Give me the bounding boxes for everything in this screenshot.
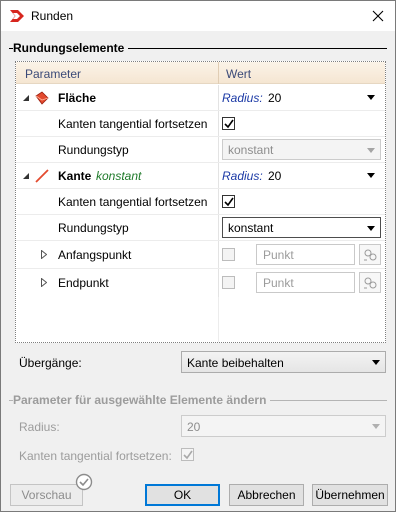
chevron-down-icon [367,226,375,231]
face-icon [35,91,49,105]
row-label-flaeche: Fläche [58,91,97,105]
row-kante-rundungstyp: Rundungstyp konstant [16,215,385,241]
selected-radius-label: Radius: [19,420,60,434]
flaeche-rundungstyp-select[interactable]: konstant [222,139,381,160]
radius-value-kante[interactable]: 20 [268,169,281,183]
row-endpunkt[interactable]: Endpunkt Punkt [16,269,385,297]
transitions-label: Übergänge: [19,356,82,370]
radius-label-flaeche: Radius: [222,91,263,105]
grid-column-divider [218,297,219,342]
row-label-anfangspunkt: Anfangspunkt [58,248,132,262]
chevron-down-icon [367,148,375,153]
row-flaeche[interactable]: Fläche Radius: 20 [16,85,385,111]
expand-icon[interactable] [41,278,47,287]
chevron-down-icon [372,360,380,365]
apply-button[interactable]: Übernehmen [312,484,388,506]
row-kante-tangential: Kanten tangential fortsetzen [16,189,385,215]
row-label-flaeche-tangential: Kanten tangential fortsetzen [58,117,208,131]
row-label-endpunkt: Endpunkt [58,276,109,290]
app-logo-icon [9,8,25,24]
transitions-select[interactable]: Kante beibehalten [181,351,386,373]
anfangspunkt-placeholder: Punkt [263,248,294,262]
row-label-flaeche-rundungstyp: Rundungstyp [58,143,129,157]
edge-icon [35,169,49,183]
anfangspunkt-input[interactable]: Punkt [256,244,355,265]
anfangspunkt-checkbox[interactable] [222,248,235,261]
preview-check-icon [75,473,93,491]
radius-value-flaeche[interactable]: 20 [268,91,281,105]
endpunkt-placeholder: Punkt [263,276,294,290]
parameter-grid[interactable]: Parameter Wert Fläche Radius: 20 Kanten [15,61,386,343]
collapse-icon[interactable] [22,94,30,102]
chevron-down-icon[interactable] [367,95,375,100]
expand-icon[interactable] [41,250,47,259]
row-label-kante-suffix: konstant [96,169,142,183]
chevron-down-icon [372,424,380,429]
endpunkt-checkbox[interactable] [222,276,235,289]
checkmark-icon [224,119,234,129]
window-title: Runden [31,9,74,23]
flaeche-rundungstyp-value: konstant [228,143,274,157]
runden-dialog: Runden Rundungselemente Parameter Wert F… [0,0,396,512]
flaeche-tangential-checkbox[interactable] [222,117,235,130]
preview-button[interactable]: Vorschau [10,484,83,506]
ok-button[interactable]: OK [145,484,220,506]
group-title-selected-parameters: Parameter für ausgewählte Elemente änder… [13,393,271,407]
row-anfangspunkt[interactable]: Anfangspunkt Punkt [16,241,385,269]
row-kante[interactable]: Kante konstant Radius: 20 [16,163,385,189]
checkmark-icon [183,450,193,460]
checkmark-icon [224,197,234,207]
group-title-rundungselemente: Rundungselemente [13,41,129,55]
point-pick-icon [364,277,377,289]
kante-tangential-checkbox[interactable] [222,195,235,208]
column-header-wert[interactable]: Wert [226,67,251,81]
row-label-kante: Kante [58,169,92,183]
selected-tangential-label: Kanten tangential fortsetzen: [19,449,172,463]
cancel-button[interactable]: Abbrechen [229,484,304,506]
selected-tangential-checkbox[interactable] [181,448,194,461]
row-label-kante-tangential: Kanten tangential fortsetzen [58,195,208,209]
row-label-kante-rundungstyp: Rundungstyp [58,221,129,235]
selected-radius-value: 20 [187,420,201,434]
close-icon [372,10,384,22]
transitions-value: Kante beibehalten [187,356,284,370]
grid-header: Parameter Wert [16,62,385,84]
kante-rundungstyp-value: konstant [228,221,274,235]
column-header-parameter[interactable]: Parameter [25,67,81,81]
anfangspunkt-pick-button[interactable] [359,244,381,265]
close-button[interactable] [361,1,395,31]
row-flaeche-rundungstyp: Rundungstyp konstant [16,137,385,163]
endpunkt-input[interactable]: Punkt [256,272,355,293]
kante-rundungstyp-select[interactable]: konstant [222,217,381,238]
radius-label-kante: Radius: [222,169,263,183]
row-flaeche-tangential: Kanten tangential fortsetzen [16,111,385,137]
point-pick-icon [364,249,377,261]
selected-radius-select[interactable]: 20 [181,415,386,437]
endpunkt-pick-button[interactable] [359,272,381,293]
collapse-icon[interactable] [22,172,30,180]
chevron-down-icon[interactable] [367,173,375,178]
title-bar: Runden [1,1,395,31]
